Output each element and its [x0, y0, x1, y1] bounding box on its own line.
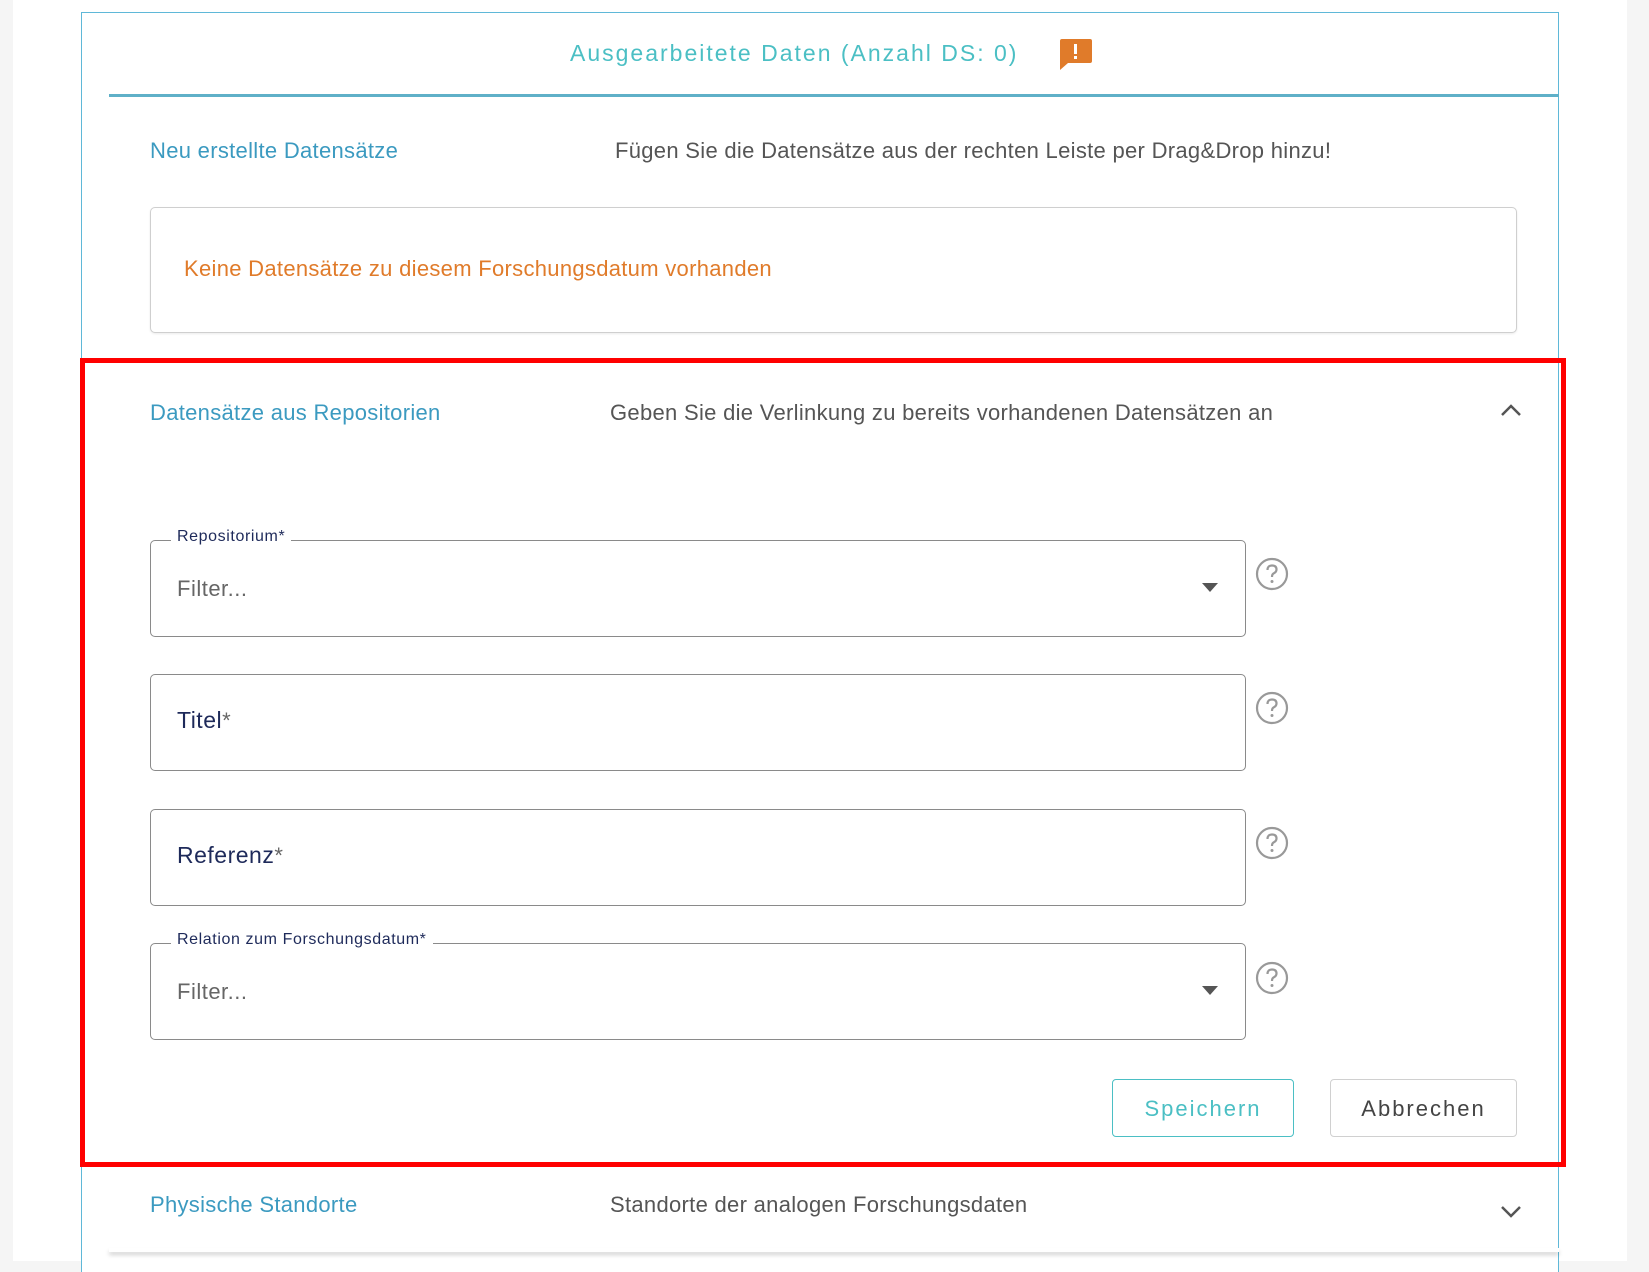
new-records-dropzone[interactable]: Keine Datensätze zu diesem Forschungsdat… [150, 207, 1517, 333]
highlight-frame [80, 358, 1566, 1167]
physical-locations-title[interactable]: Physische Standorte [150, 1192, 357, 1218]
header-divider [109, 94, 1559, 97]
chevron-down-icon[interactable] [1497, 1201, 1525, 1221]
new-records-title[interactable]: Neu erstellte Datensätze [150, 138, 398, 164]
physical-locations-description: Standorte der analogen Forschungsdaten [610, 1192, 1028, 1217]
section-shadow [109, 1248, 1559, 1252]
empty-records-message: Keine Datensätze zu diesem Forschungsdat… [184, 256, 772, 281]
alert-comment-icon[interactable] [1057, 37, 1093, 71]
panel-title: Ausgearbeitete Daten (Anzahl DS: 0) [570, 40, 1019, 66]
new-records-description: Fügen Sie die Datensätze aus der rechten… [615, 138, 1332, 163]
